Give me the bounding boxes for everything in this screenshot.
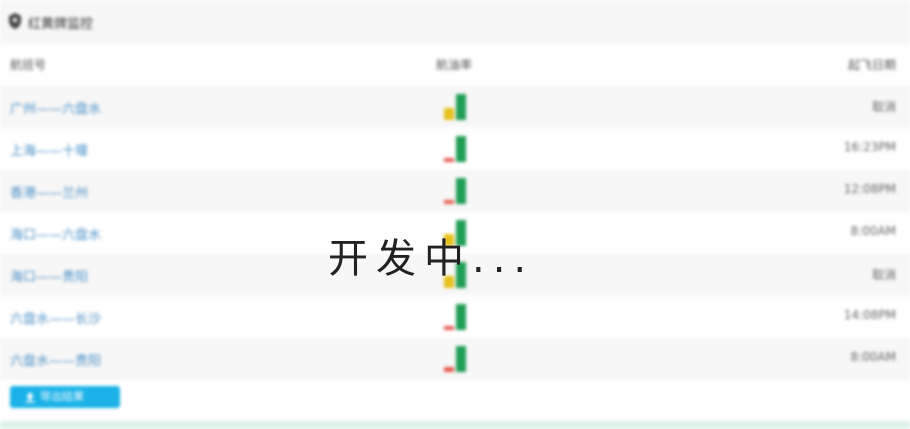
table-row: 广州——六盘水 取消 xyxy=(0,86,910,128)
rate-bar xyxy=(444,108,454,120)
rate-bar xyxy=(456,346,466,372)
blurred-content: 红黄牌监控 航班号 航油率 起飞日期 广州——六盘水 取消 上海——十堰 16:23P… xyxy=(0,0,910,429)
rate-mini-chart xyxy=(440,128,480,170)
col-rate-header: 航油率 xyxy=(436,58,473,72)
upload-icon xyxy=(25,392,35,403)
under-development-overlay: 开发中... xyxy=(328,236,535,282)
table-row: 上海——十堰 16:23PM xyxy=(0,128,910,170)
departure-time: 8:00AM xyxy=(850,224,896,238)
alert-shield-icon xyxy=(9,13,21,29)
rate-mini-chart xyxy=(440,296,480,338)
flight-route-link[interactable]: 广州——六盘水 xyxy=(10,98,101,117)
rate-bar xyxy=(456,94,466,120)
rate-mini-chart xyxy=(440,86,480,128)
rate-bar xyxy=(456,136,466,162)
table-row: 六盘水——长沙 14:08PM xyxy=(0,296,910,338)
table-row: 香港——兰州 12:08PM xyxy=(0,170,910,212)
rate-mini-chart xyxy=(440,338,480,380)
panel-header: 红黄牌监控 xyxy=(0,0,910,45)
panel-footer: 导出结果 xyxy=(0,380,910,420)
col-flight-header: 航班号 xyxy=(10,58,47,72)
table-header: 航班号 航油率 起飞日期 xyxy=(0,44,910,84)
export-button-label: 导出结果 xyxy=(40,390,84,403)
table-row: 六盘水——贵阳 8:00AM xyxy=(0,338,910,380)
rate-bar xyxy=(444,200,454,204)
red-yellow-card-panel: 红黄牌监控 航班号 航油率 起飞日期 广州——六盘水 取消 上海——十堰 16:23P… xyxy=(0,0,910,429)
flight-route-link[interactable]: 海口——贵阳 xyxy=(10,266,88,285)
rate-bar xyxy=(456,178,466,204)
rate-bar xyxy=(444,326,454,330)
col-date-header: 起飞日期 xyxy=(847,58,896,72)
departure-time: 8:00AM xyxy=(850,350,896,364)
export-button[interactable]: 导出结果 xyxy=(10,386,120,408)
flight-route-link[interactable]: 上海——十堰 xyxy=(10,140,88,159)
flight-route-link[interactable]: 六盘水——贵阳 xyxy=(10,350,101,369)
bottom-divider xyxy=(0,421,910,429)
departure-time: 取消 xyxy=(871,268,896,282)
rate-mini-chart xyxy=(440,170,480,212)
departure-time: 16:23PM xyxy=(843,140,896,154)
departure-time: 取消 xyxy=(871,100,896,114)
rate-bar xyxy=(444,158,454,162)
rate-bar xyxy=(444,367,454,372)
rate-bar xyxy=(456,304,466,330)
panel-title: 红黄牌监控 xyxy=(28,17,94,32)
flight-route-link[interactable]: 六盘水——长沙 xyxy=(10,308,101,327)
flight-route-link[interactable]: 海口——六盘水 xyxy=(10,224,101,243)
departure-time: 12:08PM xyxy=(843,182,896,196)
departure-time: 14:08PM xyxy=(843,308,896,322)
flight-route-link[interactable]: 香港——兰州 xyxy=(10,182,88,201)
